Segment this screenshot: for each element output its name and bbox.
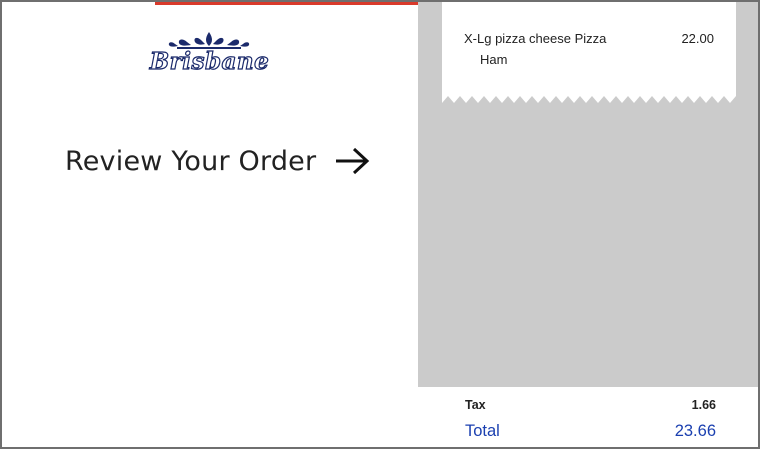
total-value: 23.66: [674, 422, 716, 440]
line-item-modifier: Ham: [480, 52, 508, 67]
tax-value: 1.66: [691, 398, 716, 412]
receipt-torn-edge: [442, 94, 736, 103]
order-screen: Brisbane Review Your Order X-Lg pizza ch…: [0, 0, 760, 449]
line-item-name: X-Lg pizza cheese Pizza Ham: [464, 28, 644, 70]
tax-label: Tax: [465, 398, 486, 412]
total-label: Total: [465, 422, 500, 440]
line-item-title: X-Lg pizza cheese Pizza: [464, 31, 607, 46]
totals-section: Tax 1.66 Total 23.66: [418, 387, 758, 447]
arrow-right-icon: [336, 147, 370, 175]
review-order-button[interactable]: Review Your Order: [65, 140, 370, 182]
review-order-label: Review Your Order: [65, 145, 317, 177]
brand-logo: Brisbane: [147, 30, 272, 78]
receipt-panel: X-Lg pizza cheese Pizza Ham 22.00: [418, 2, 758, 387]
receipt-paper: X-Lg pizza cheese Pizza Ham 22.00: [442, 2, 736, 94]
line-item-price: 22.00: [681, 31, 714, 46]
logo-text: Brisbane: [149, 47, 270, 75]
